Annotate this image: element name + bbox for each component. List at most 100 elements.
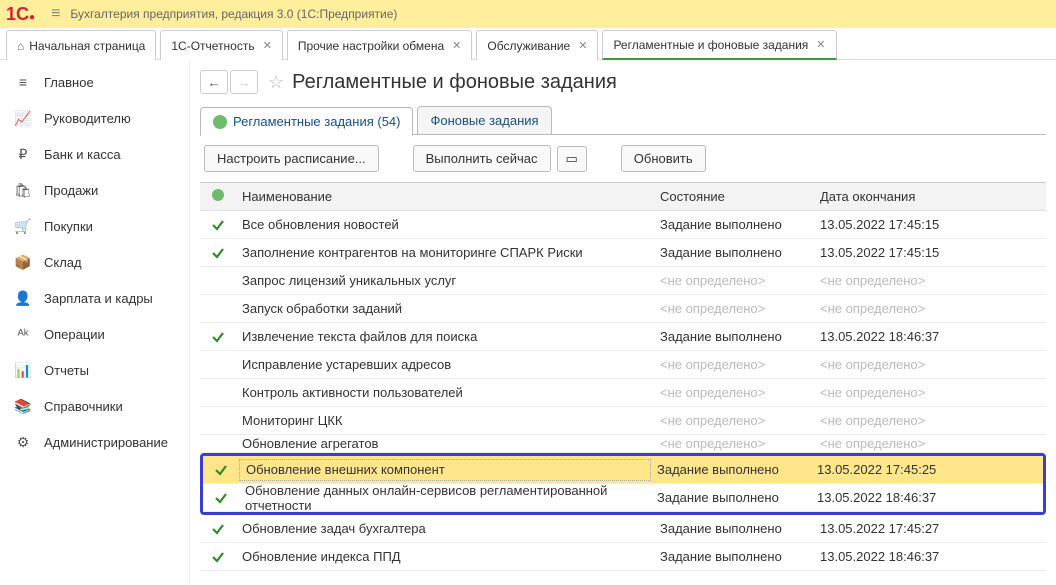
subtab[interactable]: Фоновые задания bbox=[417, 106, 551, 135]
row-state-cell: Задание выполнено bbox=[654, 217, 814, 232]
window-tab[interactable]: Регламентные и фоновые задания ✕ bbox=[602, 30, 836, 60]
sidebar-item[interactable]: 🛍Продажи bbox=[0, 172, 189, 208]
content-area: ← → ☆ Регламентные и фоновые задания Рег… bbox=[190, 60, 1056, 585]
row-date-cell: 13.05.2022 18:46:37 bbox=[811, 490, 971, 505]
window-tab[interactable]: Обслуживание ✕ bbox=[476, 30, 598, 60]
row-date-cell: <не определено> bbox=[814, 413, 974, 428]
sidebar-item[interactable]: 📦Склад bbox=[0, 244, 189, 280]
row-date-cell: 13.05.2022 18:46:37 bbox=[814, 329, 974, 344]
row-name-cell: Обновление агрегатов bbox=[236, 436, 654, 451]
window-tab[interactable]: ⌂Начальная страница bbox=[6, 30, 156, 60]
row-date-cell: 13.05.2022 17:45:27 bbox=[814, 521, 974, 536]
row-state-cell: Задание выполнено bbox=[651, 490, 811, 505]
tab-label: Обслуживание bbox=[487, 39, 570, 53]
row-date-cell: 13.05.2022 17:45:25 bbox=[811, 462, 971, 477]
table-row[interactable]: Обновление агрегатов<не определено><не о… bbox=[200, 435, 1046, 453]
row-name-cell: Заполнение контрагентов на мониторинге С… bbox=[236, 245, 654, 260]
refresh-button[interactable]: Обновить bbox=[621, 145, 706, 172]
card-view-button[interactable]: ▭ bbox=[557, 146, 587, 172]
table-row[interactable]: Обновление индекса ППДЗадание выполнено1… bbox=[200, 543, 1046, 571]
sidebar-icon: 🛒 bbox=[12, 218, 34, 235]
schedule-button[interactable]: Настроить расписание... bbox=[204, 145, 379, 172]
col-name[interactable]: Наименование bbox=[236, 189, 654, 204]
sidebar-item[interactable]: ₽Банк и касса bbox=[0, 136, 189, 172]
window-tab[interactable]: 1С-Отчетность✕ bbox=[160, 30, 282, 60]
table-row[interactable]: Обновление данных онлайн-сервисов реглам… bbox=[203, 484, 1043, 512]
row-name-cell: Обновление задач бухгалтера bbox=[236, 521, 654, 536]
table-row[interactable]: Обновление внешних компонентЗадание выпо… bbox=[203, 456, 1043, 484]
sidebar-label: Отчеты bbox=[44, 363, 89, 378]
sidebar-item[interactable]: ᴬᵏ Операции bbox=[0, 316, 189, 352]
row-name-cell: Исправление устаревших адресов bbox=[236, 357, 654, 372]
row-status-cell bbox=[203, 490, 239, 506]
col-status-icon[interactable] bbox=[200, 189, 236, 204]
row-date-cell: 13.05.2022 17:45:15 bbox=[814, 217, 974, 232]
row-state-cell: Задание выполнено bbox=[654, 521, 814, 536]
row-status-cell bbox=[200, 217, 236, 233]
sidebar-label: Руководителю bbox=[44, 111, 131, 126]
col-state[interactable]: Состояние bbox=[654, 189, 814, 204]
row-name-cell: Обновление индекса ППД bbox=[236, 549, 654, 564]
row-name-cell: Мониторинг ЦКК bbox=[236, 413, 654, 428]
check-icon bbox=[210, 549, 226, 565]
table-row[interactable]: Все обновления новостейЗадание выполнено… bbox=[200, 211, 1046, 239]
sidebar-item[interactable]: ≡Главное bbox=[0, 64, 189, 100]
sidebar-item[interactable]: 📚 Справочники bbox=[0, 388, 189, 424]
sidebar-icon: 📈 bbox=[12, 110, 34, 127]
row-state-cell: <не определено> bbox=[654, 385, 814, 400]
col-end-date[interactable]: Дата окончания bbox=[814, 189, 974, 204]
run-now-button[interactable]: Выполнить сейчас bbox=[413, 145, 551, 172]
tab-label: Регламентные и фоновые задания bbox=[613, 38, 808, 52]
table-row[interactable]: Запуск обработки заданий<не определено><… bbox=[200, 295, 1046, 323]
highlighted-rows: Обновление внешних компонентЗадание выпо… bbox=[200, 453, 1046, 515]
sidebar-item[interactable]: 📊 Отчеты bbox=[0, 352, 189, 388]
sidebar-icon: 📚 bbox=[12, 398, 34, 415]
row-status-cell bbox=[200, 521, 236, 537]
toolbar: Настроить расписание... Выполнить сейчас… bbox=[200, 135, 1046, 182]
sidebar-icon: ₽ bbox=[12, 146, 34, 163]
sidebar-icon: 📦 bbox=[12, 254, 34, 271]
subtab-label: Регламентные задания (54) bbox=[233, 114, 400, 129]
window-tab[interactable]: Прочие настройки обмена✕ bbox=[287, 30, 473, 60]
sidebar-icon: 📊 bbox=[12, 362, 34, 379]
close-icon[interactable]: ✕ bbox=[578, 39, 587, 52]
row-state-cell: Задание выполнено bbox=[654, 329, 814, 344]
table-row[interactable]: Мониторинг ЦКК<не определено><не определ… bbox=[200, 407, 1046, 435]
favorite-star-icon[interactable]: ☆ bbox=[268, 72, 284, 93]
row-date-cell: 13.05.2022 18:46:37 bbox=[814, 549, 974, 564]
nav-forward-button[interactable]: → bbox=[230, 70, 258, 94]
row-state-cell: <не определено> bbox=[654, 273, 814, 288]
sidebar-item[interactable]: 🛒Покупки bbox=[0, 208, 189, 244]
table-row[interactable]: Извлечение текста файлов для поискаЗадан… bbox=[200, 323, 1046, 351]
row-state-cell: <не определено> bbox=[654, 357, 814, 372]
nav-back-button[interactable]: ← bbox=[200, 70, 228, 94]
sidebar-item[interactable]: 👤Зарплата и кадры bbox=[0, 280, 189, 316]
sidebar-label: Зарплата и кадры bbox=[44, 291, 153, 306]
subtab-label: Фоновые задания bbox=[430, 113, 538, 128]
close-icon[interactable]: ✕ bbox=[263, 39, 272, 52]
close-icon[interactable]: ✕ bbox=[452, 39, 461, 52]
row-status-cell bbox=[203, 462, 239, 478]
table-row[interactable]: Обновление задач бухгалтераЗадание выпол… bbox=[200, 515, 1046, 543]
close-icon[interactable]: ✕ bbox=[816, 38, 825, 51]
window-tabs: ⌂Начальная страница1С-Отчетность✕Прочие … bbox=[0, 28, 1056, 60]
row-date-cell: <не определено> bbox=[814, 301, 974, 316]
sidebar-label: Справочники bbox=[44, 399, 123, 414]
table-row[interactable]: Контроль активности пользователей<не опр… bbox=[200, 379, 1046, 407]
sidebar-item[interactable]: ⚙Администрирование bbox=[0, 424, 189, 460]
sidebar-label: Операции bbox=[44, 327, 105, 342]
table-row[interactable]: Исправление устаревших адресов<не опреде… bbox=[200, 351, 1046, 379]
row-status-cell bbox=[200, 329, 236, 345]
row-status-cell bbox=[200, 245, 236, 261]
subtab[interactable]: Регламентные задания (54) bbox=[200, 107, 413, 136]
table-row[interactable]: Заполнение контрагентов на мониторинге С… bbox=[200, 239, 1046, 267]
check-icon bbox=[213, 490, 229, 506]
sidebar-icon: ᴬᵏ bbox=[12, 326, 34, 342]
sidebar-item[interactable]: 📈 Руководителю bbox=[0, 100, 189, 136]
table-row[interactable]: Запрос лицензий уникальных услуг<не опре… bbox=[200, 267, 1046, 295]
row-date-cell: <не определено> bbox=[814, 273, 974, 288]
row-state-cell: Задание выполнено bbox=[654, 245, 814, 260]
main-menu-icon[interactable]: ≡ bbox=[51, 5, 60, 23]
sidebar-icon: 🛍 bbox=[12, 182, 34, 199]
row-name-cell: Обновление внешних компонент bbox=[239, 459, 651, 481]
